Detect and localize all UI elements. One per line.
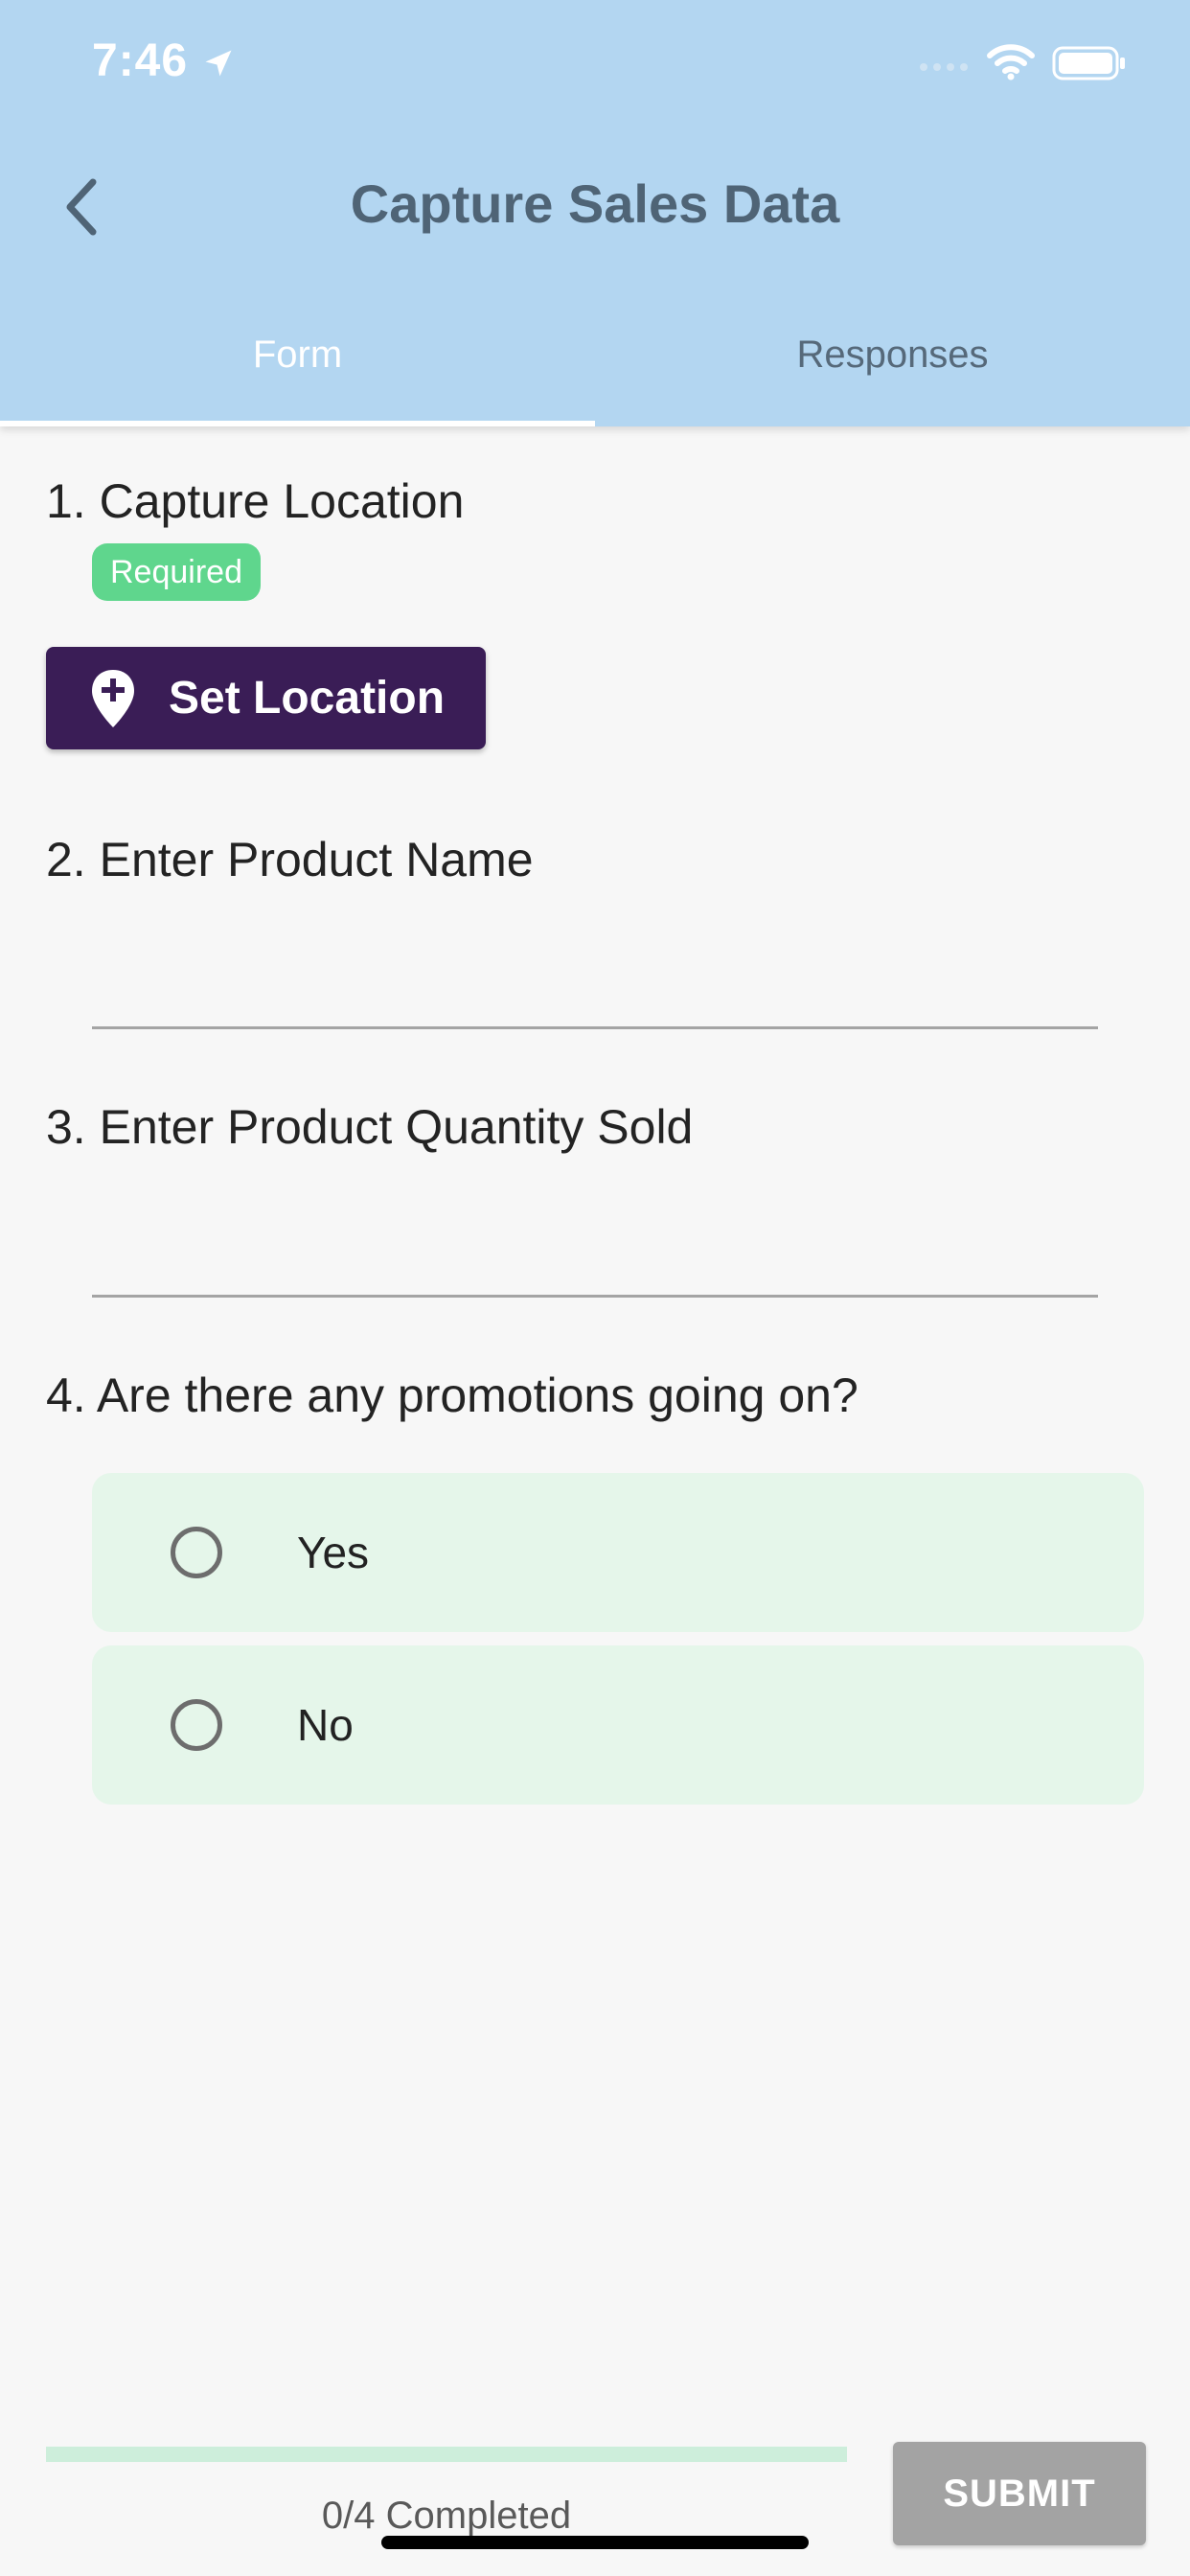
tab-form[interactable]: Form (0, 316, 595, 426)
question-3-label: 3. Enter Product Quantity Sold (46, 1100, 694, 1154)
tab-responses-label: Responses (796, 334, 989, 376)
radio-button[interactable] (171, 1699, 222, 1751)
progress-text: 0/4 Completed (321, 2495, 572, 2537)
cellular-signal-icon (920, 63, 968, 71)
question-4-label: 4. Are there any promotions going on? (46, 1368, 858, 1422)
radio-option-no[interactable]: No (92, 1645, 1144, 1805)
tab-bar: Form Responses (0, 316, 1190, 426)
tab-responses[interactable]: Responses (595, 316, 1190, 426)
question-2-label: 2. Enter Product Name (46, 833, 534, 886)
map-pin-plus-icon (92, 669, 134, 727)
status-bar: 7:46 (0, 0, 1190, 134)
radio-button[interactable] (171, 1527, 222, 1578)
question-1-label: 1. Capture Location (46, 474, 465, 528)
set-location-label: Set Location (169, 673, 446, 724)
status-time: 7:46 (92, 35, 189, 86)
battery-icon (1052, 46, 1125, 80)
active-tab-indicator (0, 421, 595, 426)
product-name-input[interactable] (92, 943, 1098, 1029)
required-badge: Required (92, 543, 261, 601)
home-indicator (381, 2536, 809, 2549)
tab-form-label: Form (252, 334, 343, 376)
set-location-button[interactable]: Set Location (46, 647, 486, 749)
app-header: 7:46 Capture Sales Data Form Responses (0, 0, 1190, 426)
radio-option-label: Yes (297, 1528, 370, 1577)
page-title: Capture Sales Data (350, 173, 840, 234)
location-arrow-icon (205, 50, 232, 77)
submit-button[interactable]: SUBMIT (893, 2442, 1146, 2545)
wifi-icon (987, 44, 1035, 80)
radio-option-yes[interactable]: Yes (92, 1473, 1144, 1632)
quantity-sold-input[interactable] (92, 1211, 1098, 1298)
progress-bar (46, 2447, 847, 2462)
radio-option-label: No (297, 1700, 354, 1750)
